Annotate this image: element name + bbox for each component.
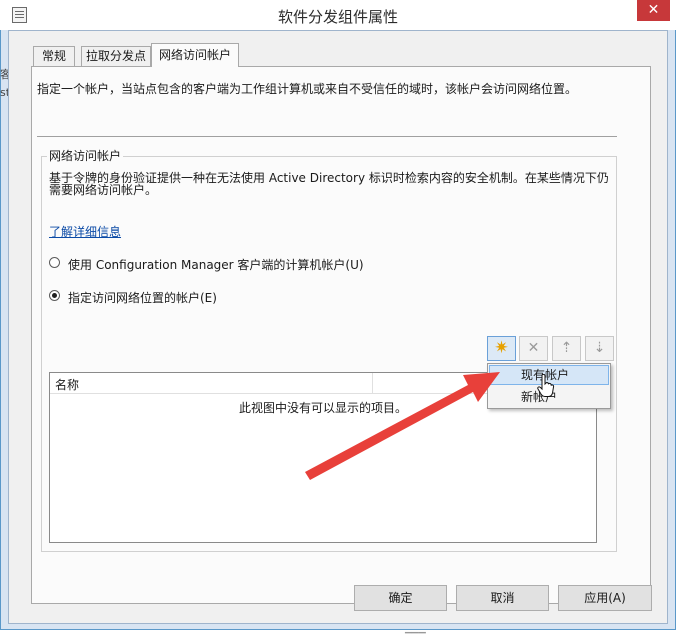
group-description: 基于令牌的身份验证提供一种在无法使用 Active Directory 标识时检… [49,171,609,197]
fragment-text: 客 [0,68,8,81]
group-label: 网络访问帐户 [47,147,124,164]
cancel-button[interactable]: 取消 [456,585,549,611]
radio-button[interactable] [49,257,60,268]
apply-button[interactable]: 应用(A) [558,585,652,611]
new-account-button[interactable]: ✷ [487,336,516,361]
description-text: 指定一个帐户，当站点包含的客户端为工作组计算机或来自不受信任的域时，该帐户会访问… [37,82,578,96]
fragment-text: st [0,86,8,99]
radio-button-checked[interactable] [49,290,60,301]
dialog-client-area: 常规 拉取分发点 网络访问帐户 指定一个帐户，当站点包含的客户端为工作组计算机或… [8,30,668,624]
move-up-button[interactable]: ⇡ [552,336,581,361]
separator-line [37,136,617,137]
close-button[interactable]: ✕ [637,0,670,21]
move-down-button[interactable]: ⇣ [585,336,614,361]
tab-general[interactable]: 常规 [33,46,75,66]
starburst-icon: ✷ [494,338,509,358]
radio-label: 指定访问网络位置的帐户(E) [68,291,217,305]
hand-cursor-icon [537,374,555,397]
tab-pull-distribution-point[interactable]: 拉取分发点 [81,46,151,66]
ok-button[interactable]: 确定 [354,585,447,611]
column-header-name[interactable]: 名称 [55,376,79,393]
window-title: 软件分发组件属性 [277,8,398,26]
delete-button[interactable]: ✕ [519,336,548,361]
radio-label: 使用 Configuration Manager 客户端的计算机帐户(U) [68,258,364,272]
delete-x-icon: ✕ [527,340,540,356]
background-window-fragment: 客 st [0,60,8,100]
move-up-icon: ⇡ [560,340,573,356]
background-fragment-bottom: ▁▁▁ [405,624,426,634]
move-down-icon: ⇣ [593,340,606,356]
learn-more-link[interactable]: 了解详细信息 [49,223,121,240]
tab-network-access-account[interactable]: 网络访问帐户 [151,43,239,67]
column-divider[interactable] [372,373,373,393]
